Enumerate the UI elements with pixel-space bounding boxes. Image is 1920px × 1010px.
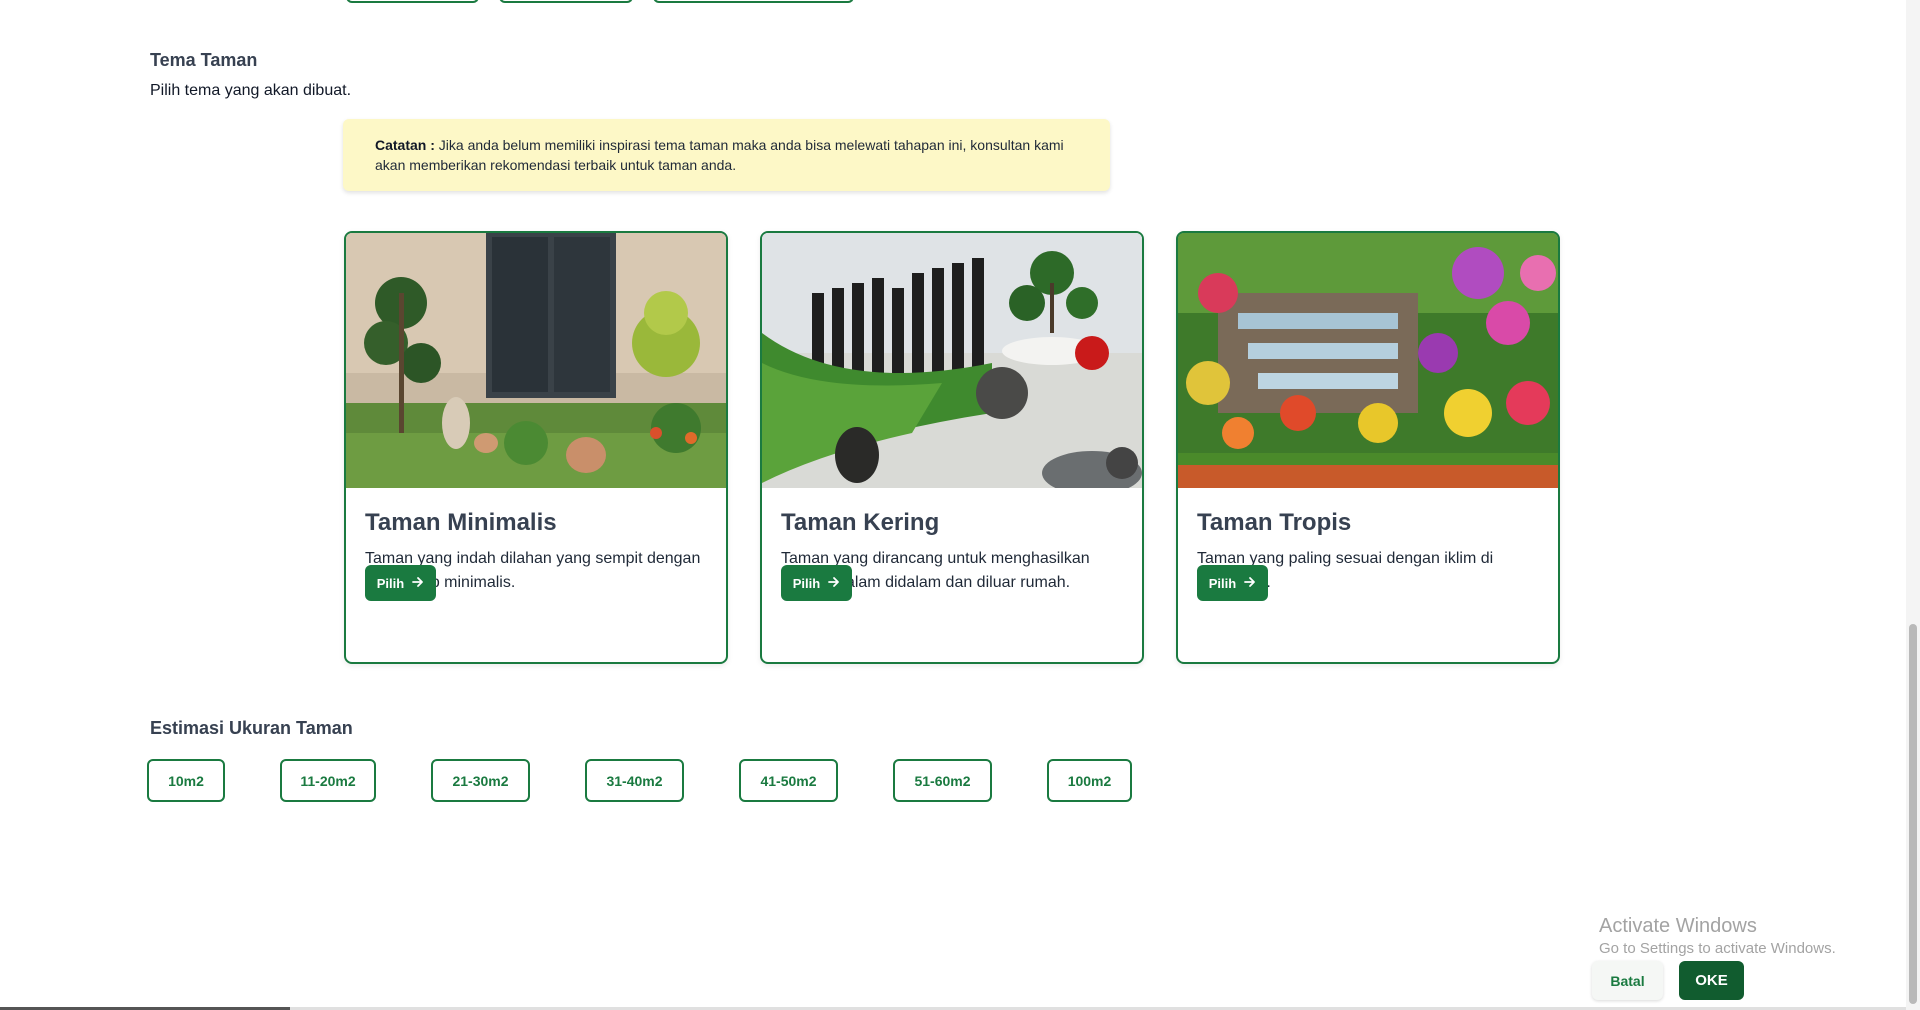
size-section-title: Estimasi Ukuran Taman xyxy=(150,718,353,738)
size-option-10m2[interactable]: 10m2 xyxy=(147,759,225,802)
arrow-right-icon xyxy=(1244,576,1256,591)
scrollbar-thumb[interactable] xyxy=(1909,624,1917,1004)
ok-button[interactable]: OKE xyxy=(1679,961,1744,1000)
size-option-100m2[interactable]: 100m2 xyxy=(1047,759,1132,802)
watermark-line1: Activate Windows xyxy=(1599,915,1757,937)
theme-section-subtitle: Pilih tema yang akan dibuat. xyxy=(150,82,352,99)
theme-card-tropis[interactable]: Taman Tropis Taman yang paling sesuai de… xyxy=(1176,231,1560,664)
theme-card-kering[interactable]: Taman Kering Taman yang dirancang untuk … xyxy=(760,231,1144,664)
card-title: Taman Tropis xyxy=(1197,509,1352,536)
watermark-line2: Go to Settings to activate Windows. xyxy=(1599,940,1836,957)
pilih-kering-button[interactable]: Pilih xyxy=(781,565,852,601)
previous-section-button[interactable] xyxy=(346,0,479,3)
arrow-right-icon xyxy=(412,576,424,591)
kering-garden-image xyxy=(762,233,1142,488)
minimalis-garden-image xyxy=(346,233,726,488)
size-option-11-20m2[interactable]: 11-20m2 xyxy=(280,759,376,802)
note-text: Jika anda belum memiliki inspirasi tema … xyxy=(375,137,1064,173)
pilih-minimalis-button[interactable]: Pilih xyxy=(365,565,436,601)
theme-section-title: Tema Taman xyxy=(150,50,258,70)
size-option-31-40m2[interactable]: 31-40m2 xyxy=(585,759,684,802)
previous-section-button[interactable] xyxy=(653,0,854,3)
size-option-51-60m2[interactable]: 51-60m2 xyxy=(893,759,992,802)
pilih-label: Pilih xyxy=(792,575,821,591)
previous-section-button[interactable] xyxy=(499,0,633,3)
size-option-41-50m2[interactable]: 41-50m2 xyxy=(739,759,838,802)
theme-card-minimalis[interactable]: Taman Minimalis Taman yang indah dilahan… xyxy=(344,231,728,664)
note-label: Catatan : xyxy=(375,137,435,153)
pilih-tropis-button[interactable]: Pilih xyxy=(1197,565,1268,601)
cancel-button[interactable]: Batal xyxy=(1592,961,1663,1000)
scrollbar[interactable] xyxy=(1906,0,1920,1010)
tropis-garden-image xyxy=(1178,233,1558,488)
windows-activation-watermark: Activate Windows Go to Settings to activ… xyxy=(1599,915,1836,957)
pilih-label: Pilih xyxy=(376,575,405,591)
card-title: Taman Kering xyxy=(781,509,940,536)
size-option-21-30m2[interactable]: 21-30m2 xyxy=(431,759,530,802)
arrow-right-icon xyxy=(828,576,840,591)
page: Tema Taman Pilih tema yang akan dibuat. … xyxy=(0,0,1920,1010)
note-box: Catatan : Jika anda belum memiliki inspi… xyxy=(343,119,1110,191)
card-title: Taman Minimalis xyxy=(365,509,557,536)
pilih-label: Pilih xyxy=(1208,575,1237,591)
